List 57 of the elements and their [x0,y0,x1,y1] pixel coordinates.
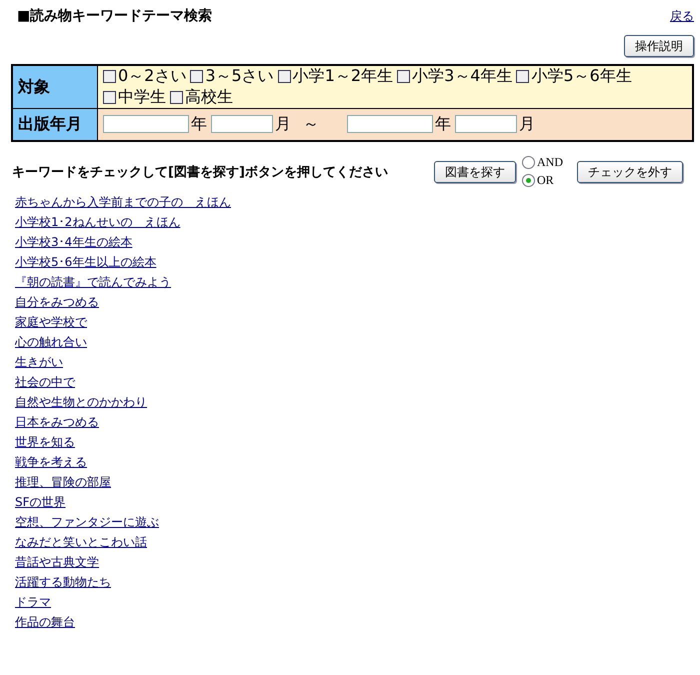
unit-label: 年 [191,114,207,133]
row-label: 出版年月 [12,108,98,140]
checkbox-label: 中学生 [118,87,166,108]
checkbox[interactable] [397,70,410,83]
unit-label: 月 [275,114,291,133]
theme-link[interactable]: 昔話や古典文学 [15,554,99,568]
theme-link[interactable]: 家庭や学校で [15,314,87,328]
theme-link[interactable]: SFの世界 [15,494,66,508]
checkbox[interactable] [103,70,116,83]
theme-link[interactable]: 自然や生物とのかかわり [15,394,147,408]
unit-label: 月 [519,114,535,133]
checkbox-label: 小学5～6年生 [531,66,632,87]
radio-label: OR [537,173,554,188]
month-field[interactable] [211,115,273,134]
radio-button[interactable] [522,174,535,187]
theme-link[interactable]: 心の触れ合い [15,334,87,348]
theme-link[interactable]: 小学校1･2ねんせいの えほん [15,214,180,228]
theme-link[interactable]: 世界を知る [15,434,75,448]
checkbox-label: 小学1～2年生 [292,66,394,87]
theme-link[interactable]: 推理、冒険の部屋 [15,474,111,488]
back-link[interactable]: 戻る [670,8,694,24]
checkbox[interactable] [278,70,291,83]
help-button[interactable]: 操作説明 [624,35,694,57]
row-label: 対象 [12,65,98,108]
checkbox[interactable] [516,70,530,83]
checkbox-label: 高校生 [185,87,233,108]
range-separator: ～ [303,114,319,133]
year-field[interactable] [347,115,433,134]
checkbox-label: 0～2さい [118,66,186,87]
year-field[interactable] [103,115,189,134]
radio-label: AND [537,155,563,170]
checkbox-label: 小学3～4年生 [412,66,512,87]
theme-link[interactable]: ドラマ [15,594,51,608]
theme-link[interactable]: 赤ちゃんから入学前までの子の えほん [15,194,231,208]
checkbox[interactable] [170,91,183,104]
theme-link[interactable]: 小学校3･4年生の絵本 [15,234,132,248]
theme-link[interactable]: 戦争を考える [15,454,87,468]
search-button[interactable]: 図書を探す [434,160,516,182]
month-field[interactable] [455,115,517,134]
checkbox[interactable] [190,70,204,83]
theme-link[interactable]: 小学校5･6年生以上の絵本 [15,254,156,268]
theme-link[interactable]: 『朝の読書』で読んでみよう [15,274,171,288]
unit-label: 年 [435,114,451,133]
theme-link[interactable]: 作品の舞台 [15,614,75,628]
theme-link[interactable]: 空想、ファンタジーに遊ぶ [15,514,159,528]
instruction-text: キーワードをチェックして[図書を探す]ボタンを押してください [12,164,389,180]
theme-link[interactable]: 生きがい [15,354,63,368]
clear-button[interactable]: チェックを外す [577,160,683,182]
theme-link[interactable]: 自分をみつめる [15,294,99,308]
theme-link[interactable]: なみだと笑いとこわい話 [15,534,147,548]
checkbox[interactable] [103,91,116,104]
page-title: ■読み物キーワードテーマ検索 [17,7,212,25]
theme-link[interactable]: 社会の中で [15,374,75,388]
radio-button[interactable] [522,156,535,169]
theme-link[interactable]: 活躍する動物たち [15,574,111,588]
theme-link[interactable]: 日本をみつめる [15,414,99,428]
checkbox-label: 3～5さい [205,66,274,87]
